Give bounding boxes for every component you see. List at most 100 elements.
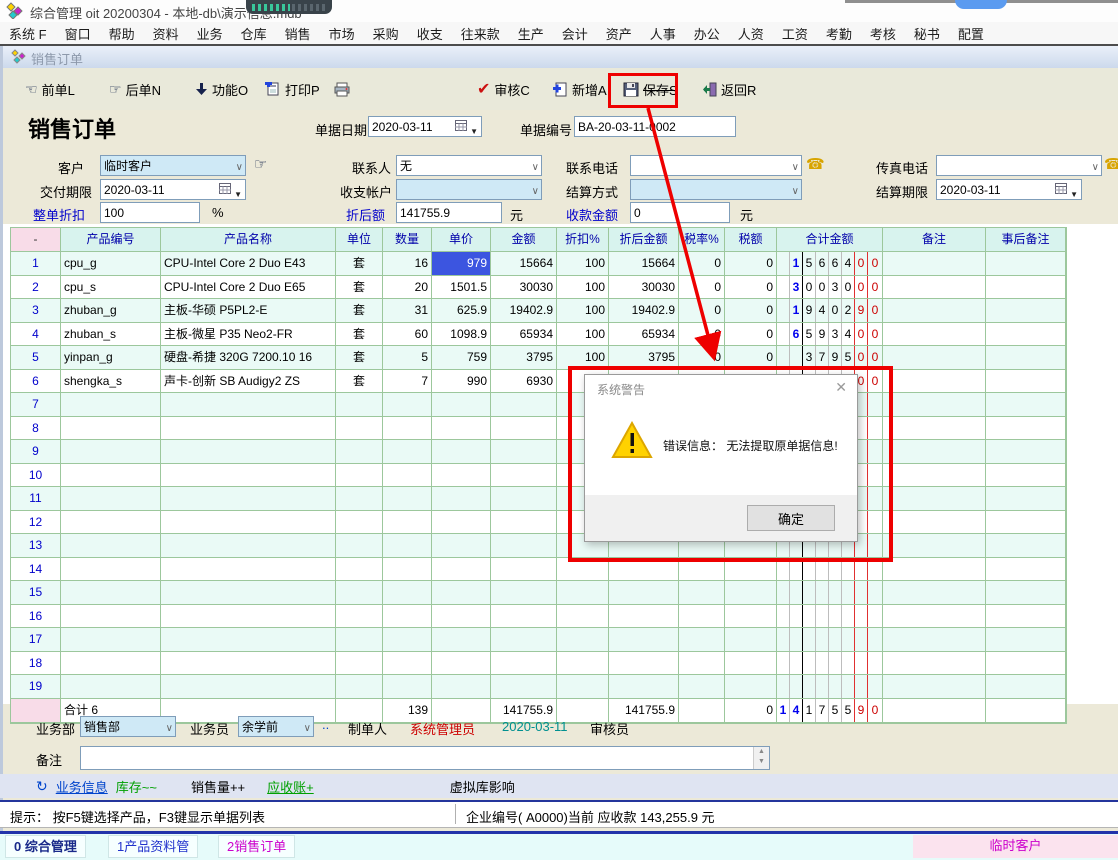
cell-unit[interactable] — [336, 652, 383, 675]
cell-code[interactable]: cpu_s — [61, 276, 161, 299]
cell-discounted[interactable] — [609, 581, 679, 604]
cell-amount[interactable]: 6930 — [491, 370, 557, 393]
menu-item-13[interactable]: 资产 — [597, 24, 641, 43]
cell-name[interactable]: CPU-Intel Core 2 Duo E65 — [161, 276, 336, 299]
cell-qty[interactable] — [383, 605, 432, 628]
row-number[interactable]: 18 — [11, 652, 61, 675]
cell-price[interactable] — [432, 558, 491, 581]
row-number[interactable]: 2 — [11, 276, 61, 299]
salesman-select[interactable]: 余学前 ∨ — [238, 716, 314, 737]
cell-amount[interactable] — [491, 511, 557, 534]
cell-amount[interactable] — [491, 558, 557, 581]
cell-post-note[interactable] — [986, 652, 1066, 675]
cell-amount[interactable] — [491, 652, 557, 675]
cell-price[interactable] — [432, 628, 491, 651]
cell-unit[interactable] — [336, 558, 383, 581]
cell-tax_rate[interactable] — [679, 605, 725, 628]
cell-amount[interactable] — [491, 393, 557, 416]
cell-post-note[interactable] — [986, 346, 1066, 369]
cell-price[interactable] — [432, 393, 491, 416]
menu-item-19[interactable]: 考核 — [861, 24, 905, 43]
cell-unit[interactable] — [336, 675, 383, 698]
business-info-link[interactable]: 业务信息 — [56, 777, 108, 796]
cell-price[interactable]: 1501.5 — [432, 276, 491, 299]
cell-qty[interactable] — [383, 464, 432, 487]
cell-unit[interactable] — [336, 440, 383, 463]
cell-price[interactable] — [432, 675, 491, 698]
cell-name[interactable] — [161, 675, 336, 698]
cell-code[interactable] — [61, 675, 161, 698]
menu-item-3[interactable]: 资料 — [144, 24, 188, 43]
settle-date-field[interactable]: 2020-03-11 ▼ — [936, 179, 1082, 200]
cell-discount[interactable] — [557, 605, 609, 628]
cell-tax[interactable] — [725, 652, 777, 675]
back-button[interactable]: 返回R — [703, 77, 756, 101]
dropdown-icon[interactable]: ∨ — [532, 158, 539, 176]
fax-phone-icon[interactable]: ☎ — [1104, 155, 1118, 173]
cell-note[interactable] — [883, 675, 986, 698]
cell-price[interactable]: 990 — [432, 370, 491, 393]
taskbar-tab-sales-order[interactable]: 2销售订单 — [218, 835, 295, 858]
dropdown-icon[interactable]: ∨ — [304, 719, 311, 737]
cell-total-amount[interactable]: 3003000 — [777, 276, 883, 299]
fax-select[interactable]: ∨ — [936, 155, 1102, 176]
menu-item-6[interactable]: 销售 — [276, 24, 320, 43]
cell-discount[interactable] — [557, 652, 609, 675]
cell-amount[interactable] — [491, 581, 557, 604]
stock-link[interactable]: 库存~~ — [116, 777, 157, 796]
dropdown-icon[interactable]: ∨ — [236, 158, 243, 176]
cell-qty[interactable] — [383, 675, 432, 698]
row-number[interactable]: 12 — [11, 511, 61, 534]
cell-name[interactable] — [161, 628, 336, 651]
cell-amount[interactable] — [491, 605, 557, 628]
cell-name[interactable]: 主板-华硕 P5PL2-E — [161, 299, 336, 322]
cell-note[interactable] — [883, 393, 986, 416]
cell-post-note[interactable] — [986, 487, 1066, 510]
cell-tax_rate[interactable] — [679, 652, 725, 675]
cell-amount[interactable] — [491, 464, 557, 487]
cell-qty[interactable]: 20 — [383, 276, 432, 299]
cell-post-note[interactable] — [986, 440, 1066, 463]
row-number[interactable]: 10 — [11, 464, 61, 487]
cell-tax_rate[interactable] — [679, 581, 725, 604]
cell-code[interactable]: yinpan_g — [61, 346, 161, 369]
dropdown-icon[interactable]: ∨ — [792, 158, 799, 176]
cell-unit[interactable]: 套 — [336, 276, 383, 299]
cell-discount[interactable] — [557, 581, 609, 604]
cell-note[interactable] — [883, 417, 986, 440]
cell-note[interactable] — [883, 323, 986, 346]
cell-post-note[interactable] — [986, 370, 1066, 393]
cell-unit[interactable] — [336, 628, 383, 651]
receivable-link[interactable]: 应收账+ — [267, 777, 314, 796]
cell-code[interactable] — [61, 464, 161, 487]
cell-discount[interactable] — [557, 628, 609, 651]
cell-qty[interactable]: 7 — [383, 370, 432, 393]
menu-item-0[interactable]: 系统 F — [0, 24, 56, 43]
taskbar-tab-main[interactable]: 0 综合管理 — [5, 835, 86, 858]
cell-price[interactable] — [432, 511, 491, 534]
cell-note[interactable] — [883, 346, 986, 369]
cell-unit[interactable] — [336, 581, 383, 604]
cell-note[interactable] — [883, 628, 986, 651]
refresh-icon[interactable]: ↻ — [36, 778, 48, 795]
cell-code[interactable]: cpu_g — [61, 252, 161, 275]
cell-qty[interactable] — [383, 440, 432, 463]
customer-select[interactable]: 临时客户 ∨ — [100, 155, 246, 176]
cell-amount[interactable] — [491, 675, 557, 698]
cell-tax[interactable] — [725, 605, 777, 628]
print-button[interactable]: 打印P — [265, 77, 320, 101]
cell-unit[interactable] — [336, 464, 383, 487]
cell-discounted[interactable] — [609, 652, 679, 675]
cell-qty[interactable]: 5 — [383, 346, 432, 369]
cell-note[interactable] — [883, 487, 986, 510]
cell-total-amount[interactable] — [777, 581, 883, 604]
cell-qty[interactable] — [383, 652, 432, 675]
row-number[interactable]: 3 — [11, 299, 61, 322]
prev-doc-button[interactable]: ☜ 前单L — [25, 77, 75, 101]
menu-item-15[interactable]: 办公 — [685, 24, 729, 43]
cell-name[interactable] — [161, 440, 336, 463]
scroll-up-icon[interactable]: ▲ — [758, 748, 765, 755]
cell-discounted[interactable] — [609, 605, 679, 628]
cell-code[interactable] — [61, 417, 161, 440]
dropdown-icon[interactable]: ∨ — [166, 719, 173, 737]
